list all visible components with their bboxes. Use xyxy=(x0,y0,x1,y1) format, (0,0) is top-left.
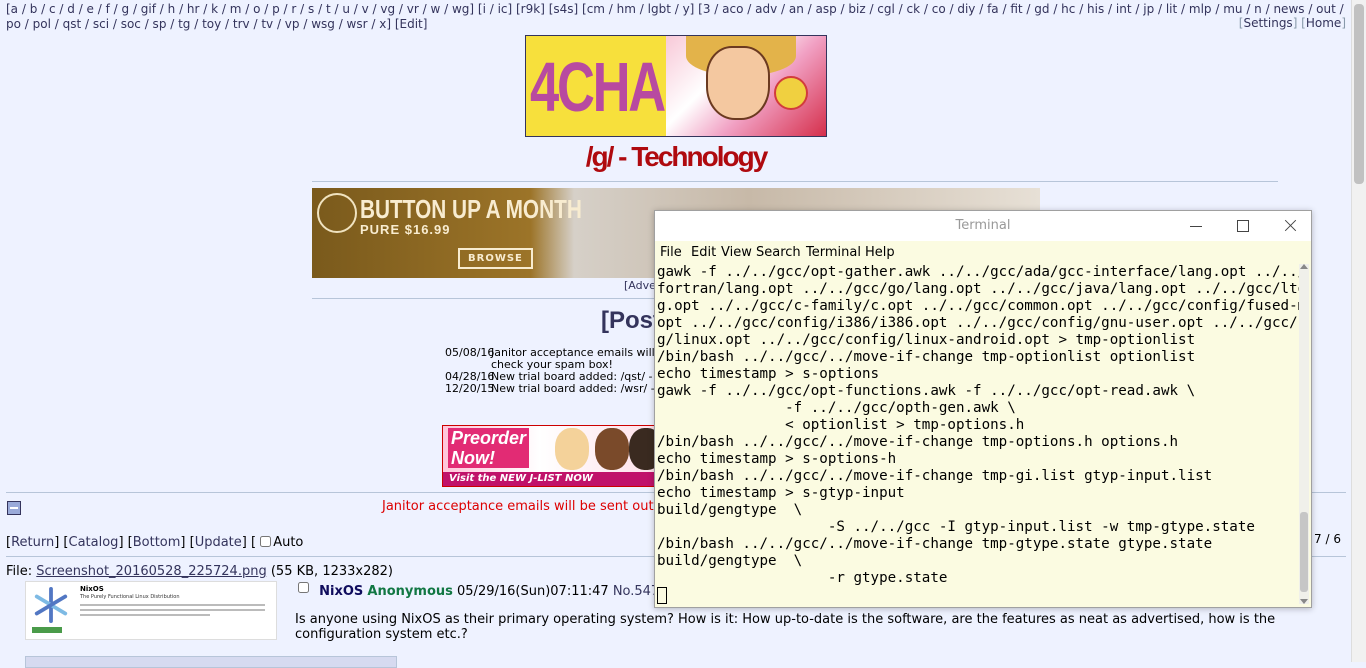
terminal-line: gawk -f ../../gcc/opt-functions.awk -f .… xyxy=(657,383,1196,399)
terminal-title: Terminal xyxy=(955,218,1011,233)
thread-controls: [Return] [Catalog] [Bottom] [Update] [ A… xyxy=(6,535,304,550)
news-text[interactable]: New trial board added: /wsr/ - Wo xyxy=(491,382,675,395)
terminal-line: /bin/bash ../../gcc/../move-if-change tm… xyxy=(657,434,1179,450)
thumbnail-subtitle: The Purely Functional Linux Distribution xyxy=(80,594,180,600)
terminal-scrollbar-thumb[interactable] xyxy=(1300,512,1308,592)
terminal-line: echo timestamp > s-options-h xyxy=(657,451,897,467)
terminal-scrollbar[interactable] xyxy=(1299,264,1309,604)
terminal-cursor xyxy=(657,587,667,604)
advertise-link[interactable]: [Adve xyxy=(624,279,656,292)
post-comment: Is anyone using NixOS as their primary o… xyxy=(295,612,1276,642)
menu-file[interactable]: File xyxy=(660,245,682,260)
thumbnail-text-lines xyxy=(80,604,265,619)
board-title: /g/ - Technology xyxy=(585,141,769,172)
page-scrollbar[interactable] xyxy=(1351,0,1366,662)
terminal-line: echo timestamp > s-gtyp-input xyxy=(657,485,905,501)
collapse-toggle-icon[interactable] xyxy=(7,501,21,515)
scroll-up-arrow-icon[interactable] xyxy=(1300,264,1308,269)
menu-search[interactable]: Search xyxy=(756,245,801,260)
terminal-window[interactable]: Terminal File Edit View Search Terminal … xyxy=(654,210,1312,608)
post-thumbnail[interactable]: NixOS The Purely Functional Linux Distri… xyxy=(25,581,277,640)
file-meta: (55 KB, 1233x282) xyxy=(270,564,393,579)
page-scrollbar-thumb[interactable] xyxy=(1354,4,1364,184)
auto-update-checkbox[interactable] xyxy=(260,536,272,547)
terminal-line: fortran/lang.opt ../../gcc/go/lang.opt .… xyxy=(657,281,1299,297)
thumbnail-button xyxy=(32,627,62,633)
ad-price: PURE $16.99 xyxy=(360,222,451,237)
post-select-checkbox[interactable] xyxy=(298,582,309,593)
terminal-line: build/gengtype \ xyxy=(657,502,803,518)
post-subject: NixOS xyxy=(319,584,364,599)
post-datetime: 05/29/16(Sun)07:11:47 xyxy=(457,584,609,599)
terminal-output[interactable]: gawk -f ../../gcc/opt-gather.awk ../../g… xyxy=(657,264,1299,604)
board-list[interactable]: [a / b / c / d / e / f / g / gif / h / h… xyxy=(6,2,1344,31)
post-form-toggle[interactable]: [Post xyxy=(601,307,661,335)
ad-crest-icon xyxy=(317,193,357,233)
board-banner[interactable]: 4CHAN xyxy=(525,35,827,137)
update-link[interactable]: Update xyxy=(195,535,242,550)
nixos-snowflake-icon xyxy=(34,586,68,624)
menu-help[interactable]: Help xyxy=(865,245,895,260)
home-link[interactable]: Home xyxy=(1306,16,1341,30)
news-date: 05/08/16 xyxy=(445,346,495,359)
close-button[interactable] xyxy=(1275,215,1305,237)
banner-ball xyxy=(774,76,808,110)
jlist-advertisement[interactable]: Preorder Now! Visit the NEW J-LIST NOW xyxy=(442,425,659,487)
reply-post xyxy=(25,656,397,668)
terminal-titlebar[interactable]: Terminal xyxy=(655,211,1311,241)
menu-edit[interactable]: Edit xyxy=(691,245,716,260)
terminal-line: build/gengtype \ xyxy=(657,553,803,569)
banner-face xyxy=(706,46,770,120)
terminal-line: g/linux.opt ../../gcc/config/linux-andro… xyxy=(657,332,1196,348)
scroll-down-arrow-icon[interactable] xyxy=(1300,599,1308,604)
terminal-prompt xyxy=(657,587,1299,604)
board-nav[interactable]: [a / b / c / d / e / f / g / gif / h / h… xyxy=(6,2,1346,32)
terminal-line: -f ../../gcc/opth-gen.awk \ xyxy=(657,400,1016,416)
news-date: 12/20/15 xyxy=(445,382,495,395)
terminal-menubar: File Edit View Search Terminal Help xyxy=(655,241,1311,263)
post-form-label[interactable]: [Post xyxy=(601,307,661,334)
terminal-line: echo timestamp > s-options xyxy=(657,366,880,382)
file-label: File: xyxy=(6,564,33,579)
divider xyxy=(312,181,1278,182)
thread-stats: 7 / 6 xyxy=(1314,532,1341,546)
poster-name: Anonymous xyxy=(367,584,453,599)
jlist-character xyxy=(555,428,589,470)
terminal-line: < optionlist > tmp-options.h xyxy=(657,417,1025,433)
jlist-preorder: Preorder Now! xyxy=(448,428,530,468)
file-info: File: Screenshot_20160528_225724.png (55… xyxy=(6,564,393,579)
terminal-line: -r gtype.state xyxy=(657,570,948,586)
file-link[interactable]: Screenshot_20160528_225724.png xyxy=(36,564,266,579)
minimize-button[interactable] xyxy=(1181,215,1211,237)
nav-right: [Settings] [Home] xyxy=(1238,16,1346,30)
return-link[interactable]: Return xyxy=(11,535,54,550)
menu-view[interactable]: View xyxy=(721,245,752,260)
jlist-now-text: Now! xyxy=(451,448,495,468)
terminal-line: gawk -f ../../gcc/opt-gather.awk ../../g… xyxy=(657,264,1299,280)
jlist-visit-text: Visit the NEW J-LIST NOW xyxy=(443,472,658,486)
terminal-line: g.opt ../../gcc/c-family/c.opt ../../gcc… xyxy=(657,298,1299,314)
terminal-line: /bin/bash ../../gcc/../move-if-change tm… xyxy=(657,349,1196,365)
banner-artwork xyxy=(666,36,826,136)
menu-terminal[interactable]: Terminal xyxy=(806,245,861,260)
global-message: Janitor acceptance emails will be sent o… xyxy=(382,499,682,514)
terminal-line: /bin/bash ../../gcc/../move-if-change tm… xyxy=(657,536,1213,552)
jlist-character xyxy=(595,428,629,470)
catalog-link[interactable]: Catalog xyxy=(69,535,119,550)
settings-link[interactable]: Settings xyxy=(1243,16,1292,30)
post-header: NixOS Anonymous 05/29/16(Sun)07:11:47 No… xyxy=(298,582,692,599)
jlist-preorder-text: Preorder xyxy=(451,428,527,448)
terminal-line: /bin/bash ../../gcc/../move-if-change tm… xyxy=(657,468,1213,484)
ad-headline: BUTTON UP A MONTH xyxy=(360,194,582,224)
news-item: 12/20/15New trial board added: /wsr/ - W… xyxy=(445,383,678,395)
news-list: 05/08/16Janitor acceptance emails will b… xyxy=(445,347,678,395)
bottom-link[interactable]: Bottom xyxy=(133,535,181,550)
terminal-line: -S ../../gcc -I gtyp-input.list -w tmp-g… xyxy=(657,519,1255,535)
auto-label: Auto xyxy=(273,535,304,550)
maximize-button[interactable] xyxy=(1228,215,1258,237)
terminal-line: opt ../../gcc/config/i386/i386.opt ../..… xyxy=(657,315,1299,331)
ad-browse-button[interactable]: BROWSE xyxy=(458,248,533,269)
thumbnail-title: NixOS xyxy=(80,585,104,593)
